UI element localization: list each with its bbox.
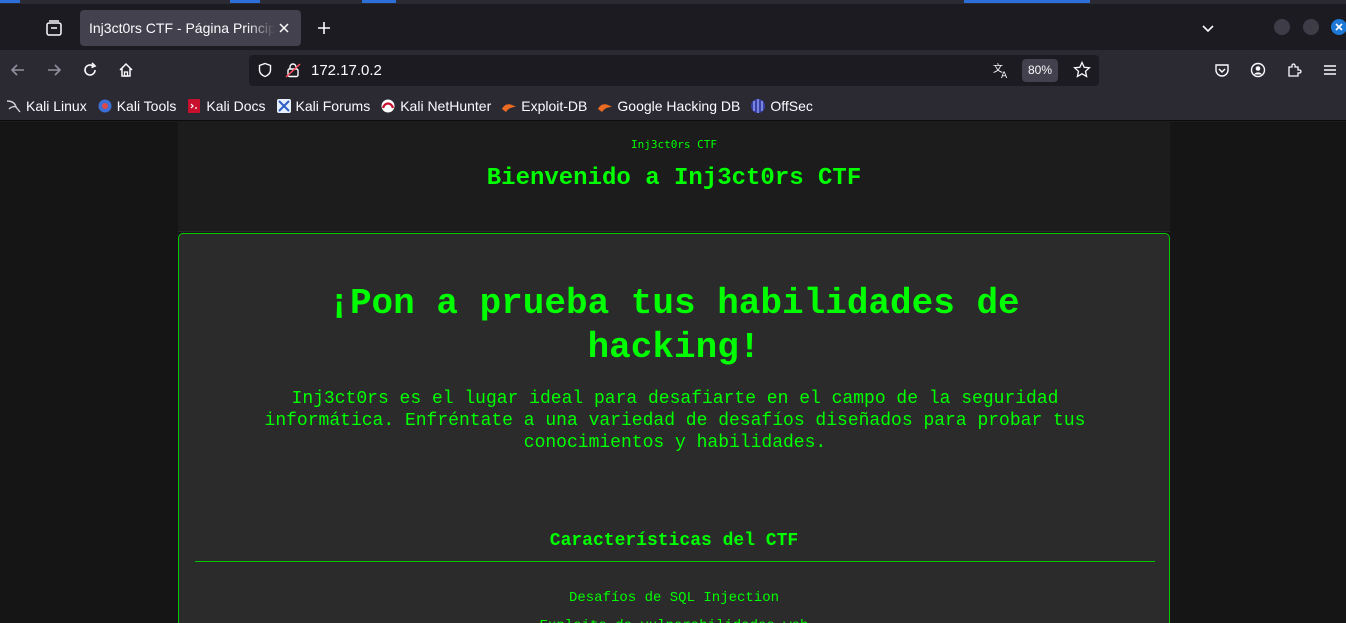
bookmark-star-icon[interactable]	[1073, 60, 1091, 83]
tab-title: Inj3ct0rs CTF - Página Principal	[89, 20, 275, 36]
ctf-page: Inj3ct0rs CTF Bienvenido a Inj3ct0rs CTF…	[178, 122, 1170, 623]
tab-strip: Inj3ct0rs CTF - Página Principal	[0, 0, 1346, 50]
bookmark-label: OffSec	[770, 97, 813, 114]
features-title: Características del CTF	[549, 531, 799, 551]
feature-item: Desafíos de SQL Injection	[568, 590, 780, 606]
bookmark-label: Kali Docs	[206, 97, 266, 114]
activity-indicator	[362, 0, 396, 3]
url-text[interactable]: 172.17.0.2	[311, 62, 382, 79]
bookmark-label: Kali Linux	[26, 97, 87, 114]
new-tab-button[interactable]	[312, 16, 336, 40]
kali-docs-icon	[186, 98, 202, 114]
firefox-view-button[interactable]	[40, 14, 68, 42]
bookmark-label: Google Hacking DB	[617, 97, 741, 114]
features-list: Desafíos de SQL Injection Exploits de vu…	[179, 584, 1169, 623]
feature-item: Exploits de vulnerabilidades web	[179, 612, 1169, 623]
bookmark-kali-linux[interactable]: Kali Linux	[6, 98, 87, 114]
account-icon	[1250, 62, 1266, 78]
chevron-down-icon	[1202, 25, 1214, 33]
offsec-icon	[750, 98, 766, 114]
kali-dragon-icon	[6, 98, 22, 114]
active-tab[interactable]: Inj3ct0rs CTF - Página Principal	[80, 10, 301, 46]
list-all-tabs-button[interactable]	[1196, 16, 1220, 40]
home-icon	[119, 62, 133, 77]
ghdb-icon	[597, 98, 613, 114]
reload-button[interactable]	[78, 58, 102, 82]
pocket-button[interactable]	[1210, 58, 1234, 82]
activity-indicator	[964, 0, 1090, 3]
bookmark-label: Kali Tools	[116, 97, 177, 114]
activity-indicator	[0, 0, 20, 3]
bookmark-offsec[interactable]: OffSec	[750, 98, 813, 114]
close-icon	[1335, 23, 1343, 31]
close-window-button[interactable]	[1331, 19, 1346, 35]
kali-forums-icon	[276, 98, 292, 114]
plus-icon	[318, 22, 330, 34]
activity-indicator	[230, 0, 260, 3]
bookmark-kali-docs[interactable]: Kali Docs	[186, 97, 266, 114]
close-icon	[279, 23, 289, 33]
bookmarks-toolbar: Kali Linux Kali Tools Kali Docs Kali For…	[0, 91, 1346, 121]
bookmark-label: Kali Forums	[295, 97, 371, 114]
hero-description: Inj3ct0rs es el lugar ideal para desafia…	[264, 389, 1086, 453]
tab-strip-top-line	[0, 0, 1346, 4]
bookmark-kali-forums[interactable]: Kali Forums	[276, 97, 371, 114]
bookmark-google-hacking-db[interactable]: Google Hacking DB	[597, 98, 740, 114]
hero-section: ¡Pon a prueba tus habilidades de hacking…	[178, 233, 1170, 623]
hero-title: ¡Pon a prueba tus habilidades de hacking…	[328, 283, 1020, 368]
app-menu-button[interactable]	[1318, 58, 1342, 82]
pocket-icon	[1215, 64, 1229, 77]
home-button[interactable]	[114, 58, 138, 82]
nethunter-icon	[380, 98, 396, 114]
forward-arrow-icon	[48, 64, 62, 76]
maximize-button[interactable]	[1303, 19, 1319, 35]
svg-text:A: A	[1001, 71, 1008, 79]
minimize-button[interactable]	[1274, 19, 1290, 35]
translate-icon[interactable]: 文 A	[992, 61, 1010, 83]
insecure-lock-icon[interactable]	[285, 62, 301, 82]
bookmark-label: Kali NetHunter	[400, 97, 492, 114]
forward-button[interactable]	[42, 58, 66, 82]
extensions-button[interactable]	[1282, 58, 1306, 82]
kali-tools-icon	[97, 98, 113, 114]
bookmark-kali-nethunter[interactable]: Kali NetHunter	[380, 98, 491, 114]
hamburger-menu-icon	[1324, 65, 1336, 75]
account-button[interactable]	[1246, 58, 1270, 82]
back-button[interactable]	[6, 58, 30, 82]
back-arrow-icon	[10, 64, 24, 76]
zoom-reset-button[interactable]: 80%	[1022, 59, 1059, 82]
firefox-view-icon	[46, 20, 62, 36]
bookmark-exploit-db[interactable]: Exploit-DB	[501, 98, 587, 114]
features-divider	[195, 561, 1155, 562]
site-header: Inj3ct0rs CTF Bienvenido a Inj3ct0rs CTF	[178, 122, 1170, 232]
site-brand: Inj3ct0rs CTF	[630, 138, 718, 151]
tab-close-button[interactable]	[275, 19, 293, 37]
bookmark-kali-tools[interactable]: Kali Tools	[97, 97, 177, 114]
address-bar[interactable]: 172.17.0.2 文 A 80%	[249, 55, 1099, 86]
tracking-protection-shield-icon[interactable]	[257, 62, 273, 82]
bookmark-label: Exploit-DB	[521, 97, 588, 114]
exploit-db-icon	[501, 98, 517, 114]
puzzle-icon	[1288, 63, 1302, 77]
reload-icon	[84, 62, 97, 76]
welcome-heading: Bienvenido a Inj3ct0rs CTF	[486, 165, 862, 192]
navigation-toolbar: 172.17.0.2 文 A 80%	[0, 50, 1346, 91]
page-viewport: Inj3ct0rs CTF Bienvenido a Inj3ct0rs CTF…	[0, 122, 1346, 623]
